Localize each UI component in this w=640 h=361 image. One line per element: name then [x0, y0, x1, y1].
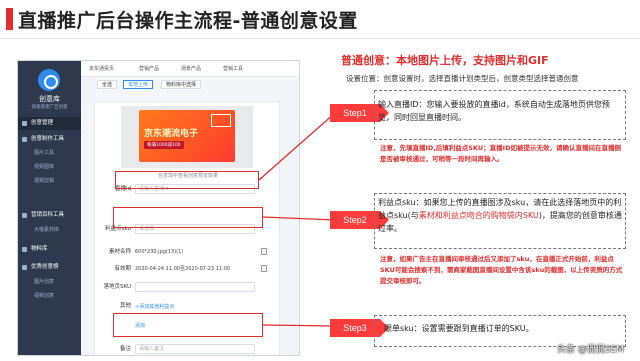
step2-label: Step2 [330, 211, 389, 229]
connector-lines [258, 112, 336, 327]
step3-text: 跟单sku：设置需要跟到直播订单的SKU。 [384, 324, 534, 333]
step2-note: 注意，如果广告主在直播间审核通过后又添加了sku，在直播正式开始前，利益点SKU… [380, 255, 623, 285]
step1-text: 输入直播ID：您输入要投放的直播id，系统自动生成落地页供您预览，同时回显直播时… [378, 100, 610, 122]
watermark: 头条 @侃侃SEM [556, 345, 624, 355]
step3-label: Step3 [330, 319, 389, 337]
slide: 直播推广后台操作主流程-普通创意设置 普通创意：本地图片上传，支持图片和GIF … [0, 0, 640, 361]
step2-red-text: 素材和利益点吻合的购物袋内SKU [418, 211, 539, 220]
step2-text: 利益点sku：如果您上传的直播图涉及sku，请在此选择落地页中的利益点sku(与… [378, 198, 622, 233]
step1-label: Step1 [330, 104, 389, 122]
step1-note: 注意，先填直播ID,后填利益点SKU；直播ID如被提示无效，请确认直播间在直播侧… [380, 144, 621, 163]
